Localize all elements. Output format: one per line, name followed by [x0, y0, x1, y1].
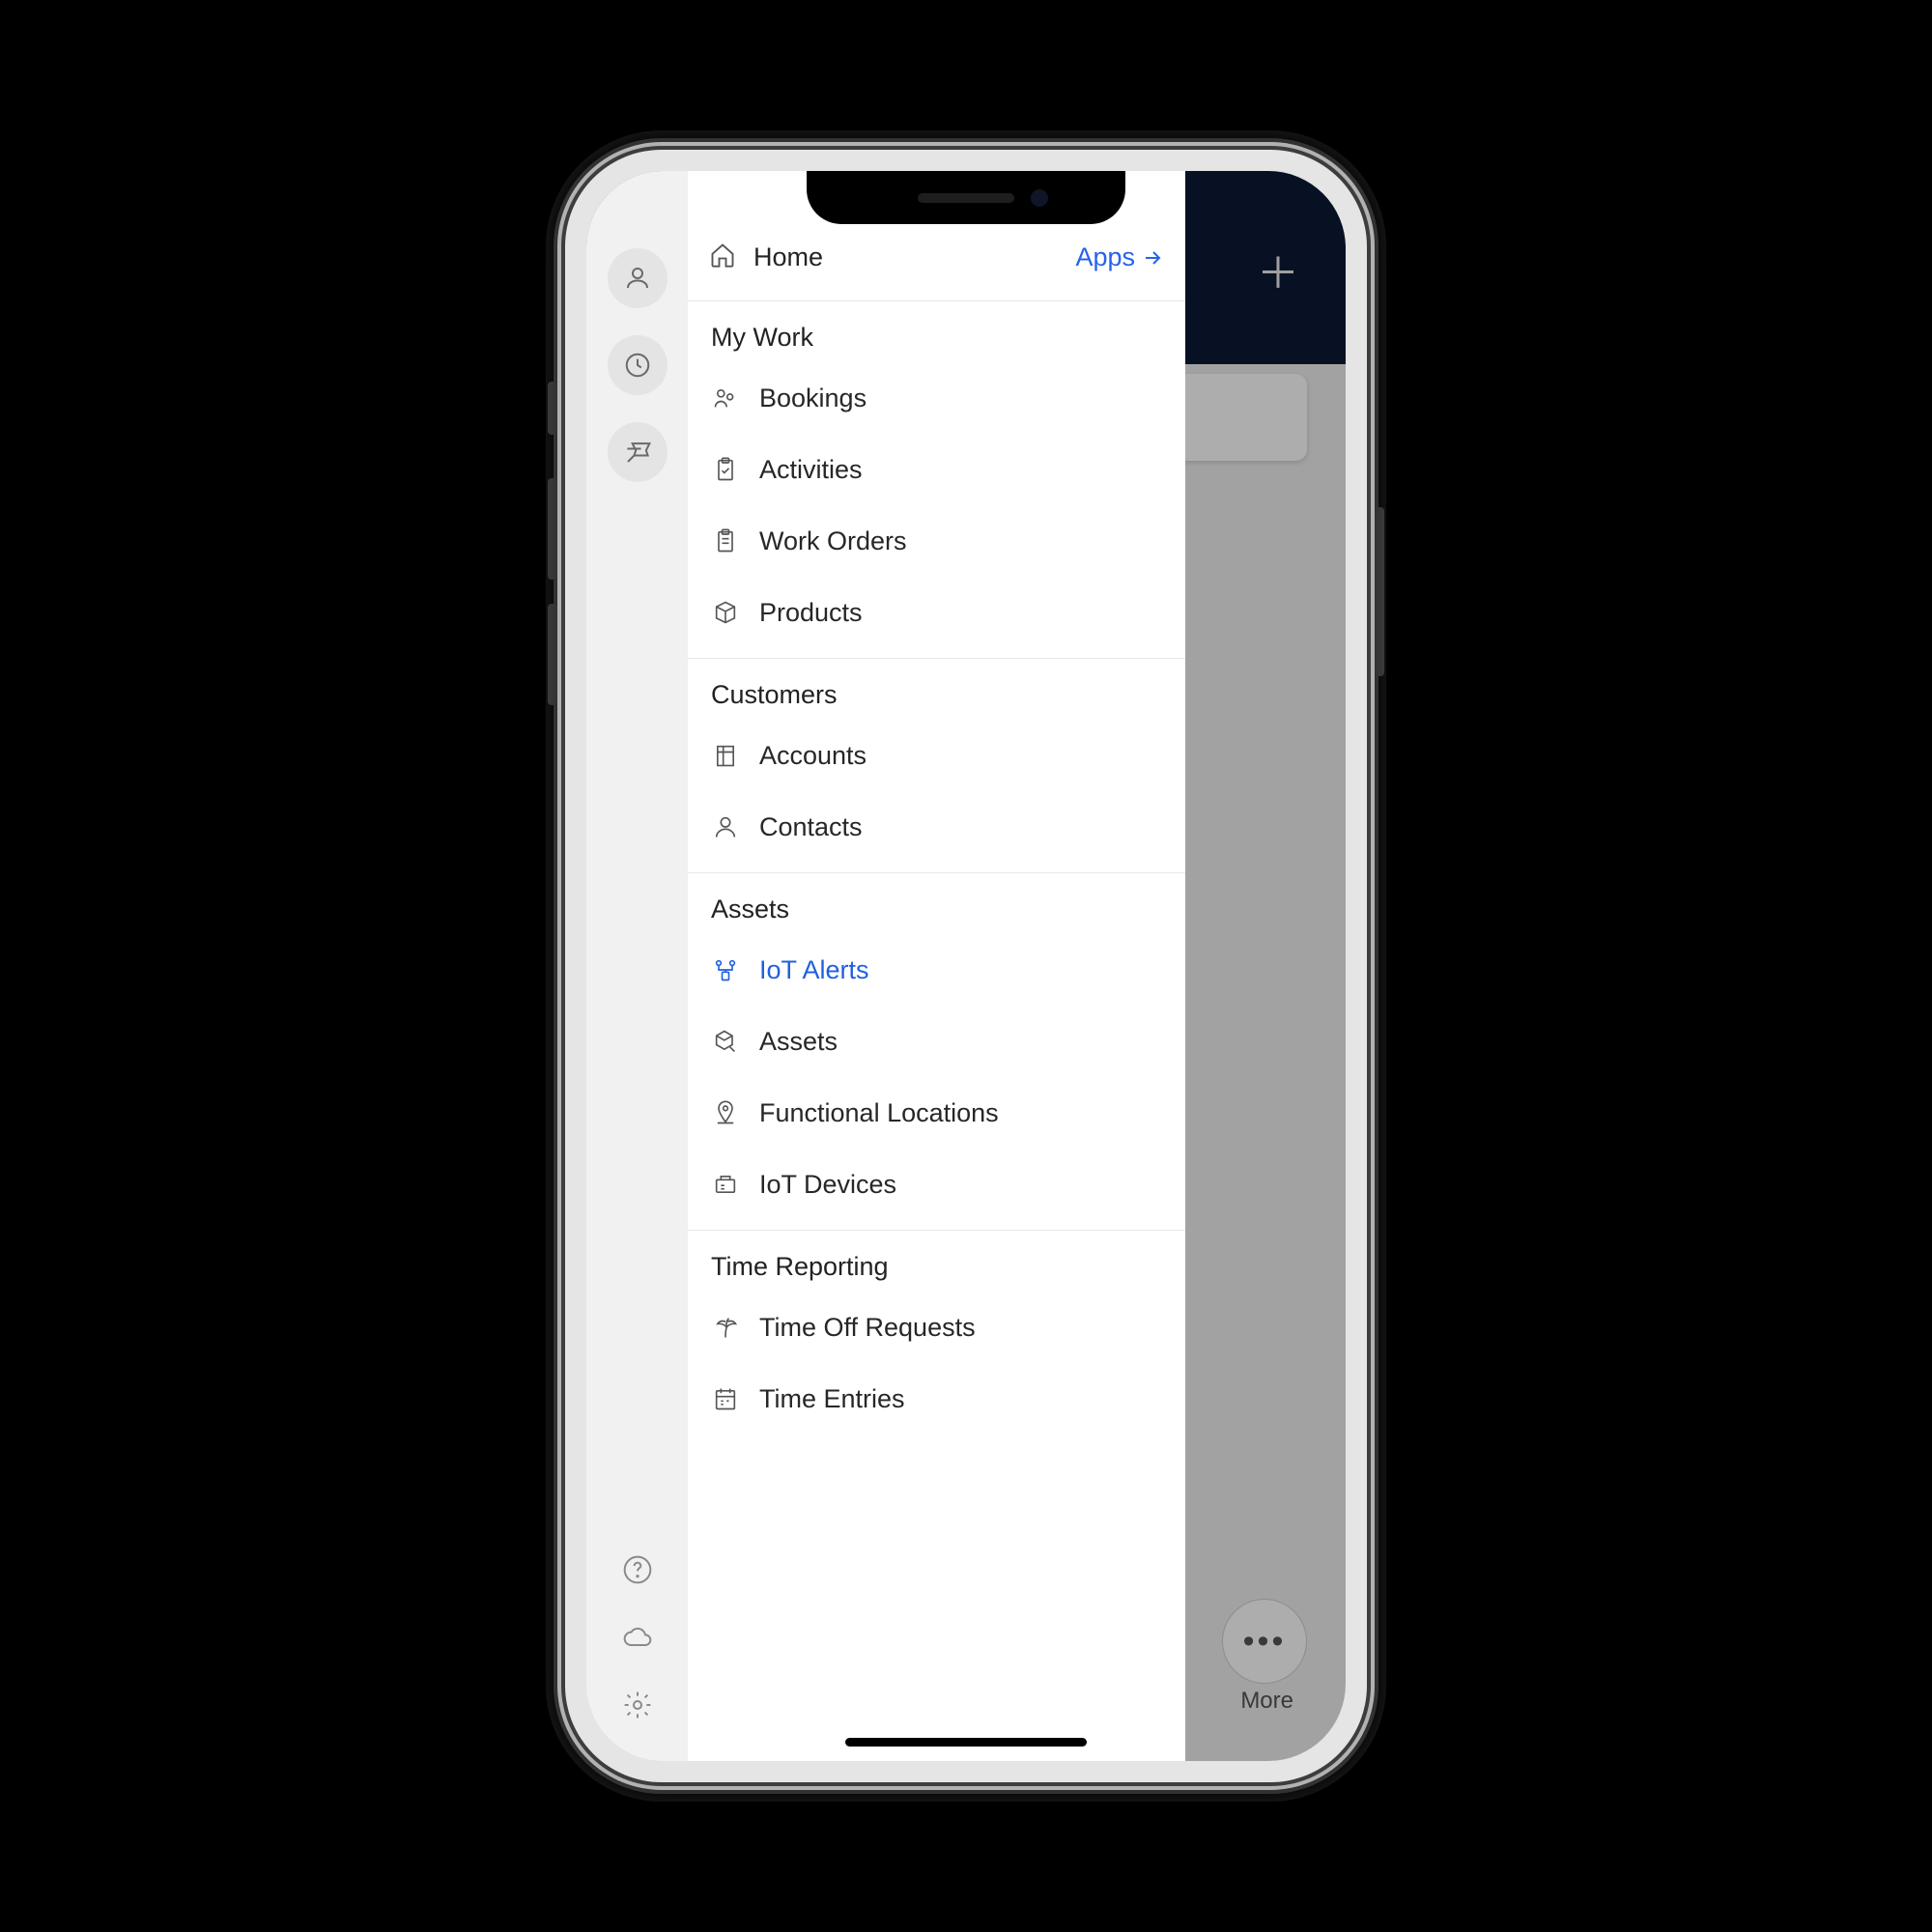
home-icon: [709, 242, 736, 273]
nav-time-off-requests[interactable]: Time Off Requests: [688, 1292, 1185, 1363]
cloud-icon: [622, 1622, 653, 1653]
section-time-reporting: Time Reporting: [688, 1231, 1185, 1292]
gear-icon: [622, 1690, 653, 1720]
volume-up: [548, 478, 557, 580]
section-customers: Customers: [688, 659, 1185, 720]
phone-frame: ＋ ••• More: [565, 150, 1367, 1782]
help-icon: [622, 1554, 653, 1585]
volume-down: [548, 604, 557, 705]
location-pin-icon: [711, 1098, 740, 1127]
box-icon: [711, 598, 740, 627]
home-label[interactable]: Home: [753, 242, 823, 272]
nav-label: Work Orders: [759, 526, 907, 556]
package-wrench-icon: [711, 1027, 740, 1056]
icon-rail: [586, 171, 688, 1761]
help-button[interactable]: [620, 1552, 655, 1587]
section-assets: Assets: [688, 873, 1185, 934]
nav-accounts[interactable]: Accounts: [688, 720, 1185, 791]
clipboard-check-icon: [711, 455, 740, 484]
mute-switch: [548, 382, 557, 435]
building-icon: [711, 741, 740, 770]
nav-contacts[interactable]: Contacts: [688, 791, 1185, 863]
iot-alert-icon: [711, 955, 740, 984]
palm-icon: [711, 1313, 740, 1342]
apps-link[interactable]: Apps: [1075, 242, 1164, 272]
profile-button[interactable]: [608, 248, 668, 308]
people-icon: [711, 384, 740, 412]
offline-button[interactable]: [620, 1620, 655, 1655]
nav-activities[interactable]: Activities: [688, 434, 1185, 505]
nav-label: IoT Devices: [759, 1170, 896, 1200]
nav-label: Accounts: [759, 741, 867, 771]
nav-work-orders[interactable]: Work Orders: [688, 505, 1185, 577]
panel-header: Home Apps: [688, 214, 1185, 301]
nav-label: Activities: [759, 455, 863, 485]
section-my-work: My Work: [688, 301, 1185, 362]
recent-button[interactable]: [608, 335, 668, 395]
device-icon: [711, 1170, 740, 1199]
nav-bookings[interactable]: Bookings: [688, 362, 1185, 434]
pinned-button[interactable]: [608, 422, 668, 482]
nav-time-entries[interactable]: Time Entries: [688, 1363, 1185, 1435]
screen: ＋ ••• More: [586, 171, 1346, 1761]
nav-label: Assets: [759, 1027, 838, 1057]
nav-panel: Home Apps My Work Bookings Activities: [688, 171, 1185, 1761]
apps-label: Apps: [1075, 242, 1135, 272]
nav-label: IoT Alerts: [759, 955, 869, 985]
nav-label: Time Entries: [759, 1384, 905, 1414]
clipboard-icon: [711, 526, 740, 555]
power-button: [1375, 507, 1384, 676]
nav-label: Products: [759, 598, 863, 628]
settings-button[interactable]: [620, 1688, 655, 1722]
navigation-drawer: Home Apps My Work Bookings Activities: [586, 171, 1185, 1761]
nav-label: Functional Locations: [759, 1098, 999, 1128]
nav-products[interactable]: Products: [688, 577, 1185, 648]
nav-assets[interactable]: Assets: [688, 1006, 1185, 1077]
person-icon: [623, 264, 652, 293]
nav-functional-locations[interactable]: Functional Locations: [688, 1077, 1185, 1149]
person-icon: [711, 812, 740, 841]
nav-label: Contacts: [759, 812, 863, 842]
nav-label: Time Off Requests: [759, 1313, 976, 1343]
nav-iot-devices[interactable]: IoT Devices: [688, 1149, 1185, 1220]
device-notch: [807, 171, 1125, 224]
home-indicator[interactable]: [845, 1738, 1087, 1747]
arrow-right-icon: [1141, 246, 1164, 270]
nav-label: Bookings: [759, 384, 867, 413]
clock-icon: [623, 351, 652, 380]
nav-iot-alerts[interactable]: IoT Alerts: [688, 934, 1185, 1006]
pin-icon: [623, 438, 652, 467]
calendar-icon: [711, 1384, 740, 1413]
